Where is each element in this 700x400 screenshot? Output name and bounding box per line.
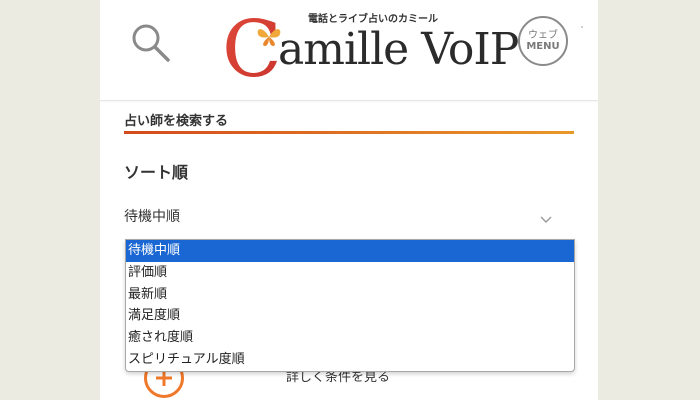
search-section-title: 占い師を検索する — [124, 114, 229, 129]
sort-order-dropdown[interactable]: 待機中順 評価順 最新順 満足度順 癒され度順 スピリチュアル度順 — [125, 239, 575, 372]
decorative-dot — [581, 26, 583, 28]
option-waiting[interactable]: 待機中順 — [126, 240, 574, 262]
option-rating[interactable]: 評価順 — [126, 262, 574, 284]
option-spiritual[interactable]: スピリチュアル度順 — [126, 349, 574, 371]
menu-button-line2: MENU — [526, 41, 560, 52]
sort-order-select[interactable]: 待機中順 — [124, 198, 564, 234]
search-icon — [132, 24, 170, 62]
sort-order-value: 待機中順 — [124, 209, 180, 225]
chevron-down-icon — [540, 216, 552, 223]
option-healing[interactable]: 癒され度順 — [126, 327, 574, 349]
site-header: 電話とライブ占いのカミール C amille VoIP ウェブ MENU — [100, 0, 598, 101]
site-logo[interactable]: 電話とライブ占いのカミール C amille VoIP — [220, 6, 519, 86]
logo-tagline: 電話とライブ占いのカミール — [308, 14, 438, 25]
title-underline — [124, 131, 574, 134]
sort-order-label: ソート順 — [124, 163, 189, 182]
option-newest[interactable]: 最新順 — [126, 284, 574, 306]
menu-button-line1: ウェブ — [528, 30, 558, 41]
web-menu-button[interactable]: ウェブ MENU — [518, 16, 568, 66]
option-satisfaction[interactable]: 満足度順 — [126, 305, 574, 327]
logo-wordmark: amille VoIP — [278, 24, 519, 75]
search-button[interactable] — [128, 20, 174, 66]
